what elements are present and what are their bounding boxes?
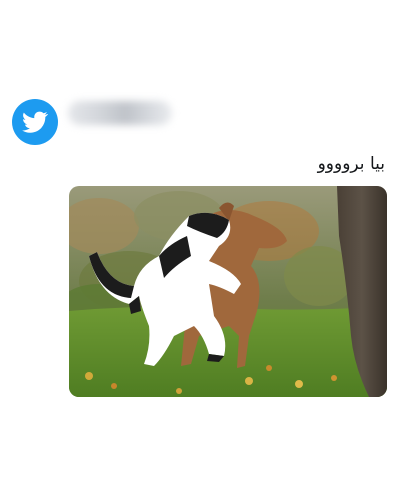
twitter-bird-icon <box>22 111 48 133</box>
tweet-card: بيا بروووو <box>0 0 400 500</box>
cat-and-dog-photo <box>69 186 387 397</box>
tweet-media-image[interactable] <box>69 186 387 397</box>
avatar[interactable] <box>12 99 58 145</box>
author-name-blurred[interactable] <box>68 101 172 125</box>
tweet-text: بيا بروووو <box>317 154 385 174</box>
